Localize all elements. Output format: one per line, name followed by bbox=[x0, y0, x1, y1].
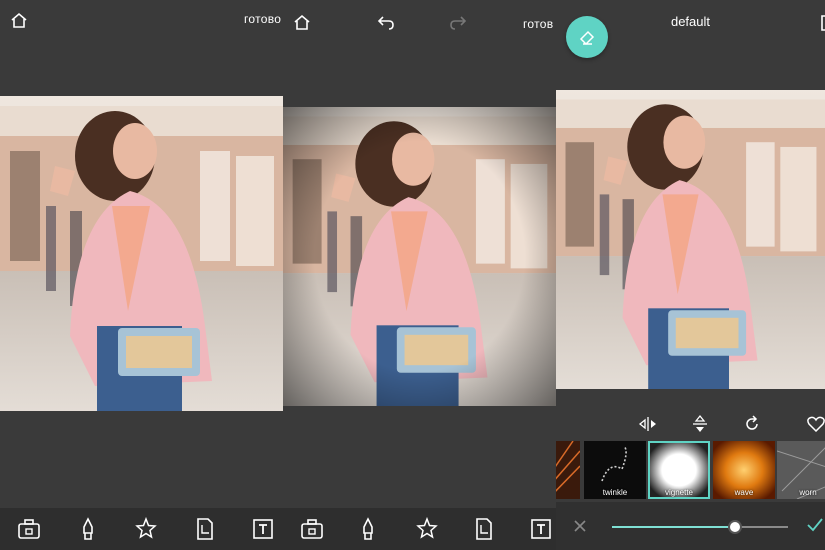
top-bar: готов bbox=[283, 0, 556, 42]
eraser-button[interactable] bbox=[566, 16, 608, 58]
sticker-icon[interactable] bbox=[133, 516, 159, 542]
document-icon[interactable] bbox=[471, 516, 497, 542]
effect-thumb[interactable]: s bbox=[556, 441, 580, 499]
photo-canvas[interactable] bbox=[556, 90, 825, 389]
slider-fill bbox=[612, 526, 736, 528]
text-icon[interactable] bbox=[250, 516, 276, 542]
sticker-icon[interactable] bbox=[414, 516, 440, 542]
done-button[interactable]: готово bbox=[244, 12, 281, 26]
flip-vertical-icon[interactable] bbox=[689, 413, 711, 435]
brush-icon[interactable] bbox=[75, 516, 101, 542]
toolbox-icon[interactable] bbox=[16, 516, 42, 542]
done-button[interactable]: готов bbox=[523, 17, 553, 31]
effects-panel: default s twinkle bbox=[556, 0, 825, 550]
intensity-slider[interactable] bbox=[612, 520, 788, 534]
home-icon[interactable] bbox=[8, 10, 30, 32]
photo-canvas[interactable] bbox=[0, 96, 283, 411]
home-icon[interactable] bbox=[291, 12, 313, 34]
cancel-icon[interactable] bbox=[572, 518, 588, 534]
brush-icon[interactable] bbox=[355, 516, 381, 542]
favorite-icon[interactable] bbox=[805, 413, 825, 435]
editor-panel-1: готово bbox=[0, 0, 283, 550]
effect-thumb[interactable]: vignette bbox=[648, 441, 710, 499]
transform-actions bbox=[556, 410, 825, 438]
effect-thumb[interactable]: wave bbox=[713, 441, 775, 499]
bottom-toolbar bbox=[283, 508, 556, 550]
undo-icon[interactable] bbox=[375, 12, 397, 34]
text-icon[interactable] bbox=[528, 516, 554, 542]
effect-thumb[interactable]: worn bbox=[777, 441, 825, 499]
photo-canvas[interactable] bbox=[283, 107, 556, 406]
bottom-toolbar bbox=[0, 508, 283, 550]
intensity-bar bbox=[556, 502, 825, 550]
top-bar: готово bbox=[0, 0, 283, 42]
redo-icon[interactable] bbox=[447, 12, 469, 34]
slider-handle[interactable] bbox=[728, 520, 743, 534]
rotate-icon[interactable] bbox=[741, 413, 763, 435]
document-icon[interactable] bbox=[192, 516, 218, 542]
eraser-icon bbox=[579, 30, 595, 46]
effect-thumb[interactable]: twinkle bbox=[584, 441, 646, 499]
confirm-icon[interactable] bbox=[806, 516, 824, 534]
effect-thumbnails: s twinkle vignette wave worn bbox=[556, 441, 825, 499]
flip-horizontal-icon[interactable] bbox=[637, 413, 659, 435]
editor-panel-2: готов bbox=[283, 0, 556, 550]
compare-icon[interactable] bbox=[814, 12, 825, 34]
toolbox-icon[interactable] bbox=[299, 516, 325, 542]
